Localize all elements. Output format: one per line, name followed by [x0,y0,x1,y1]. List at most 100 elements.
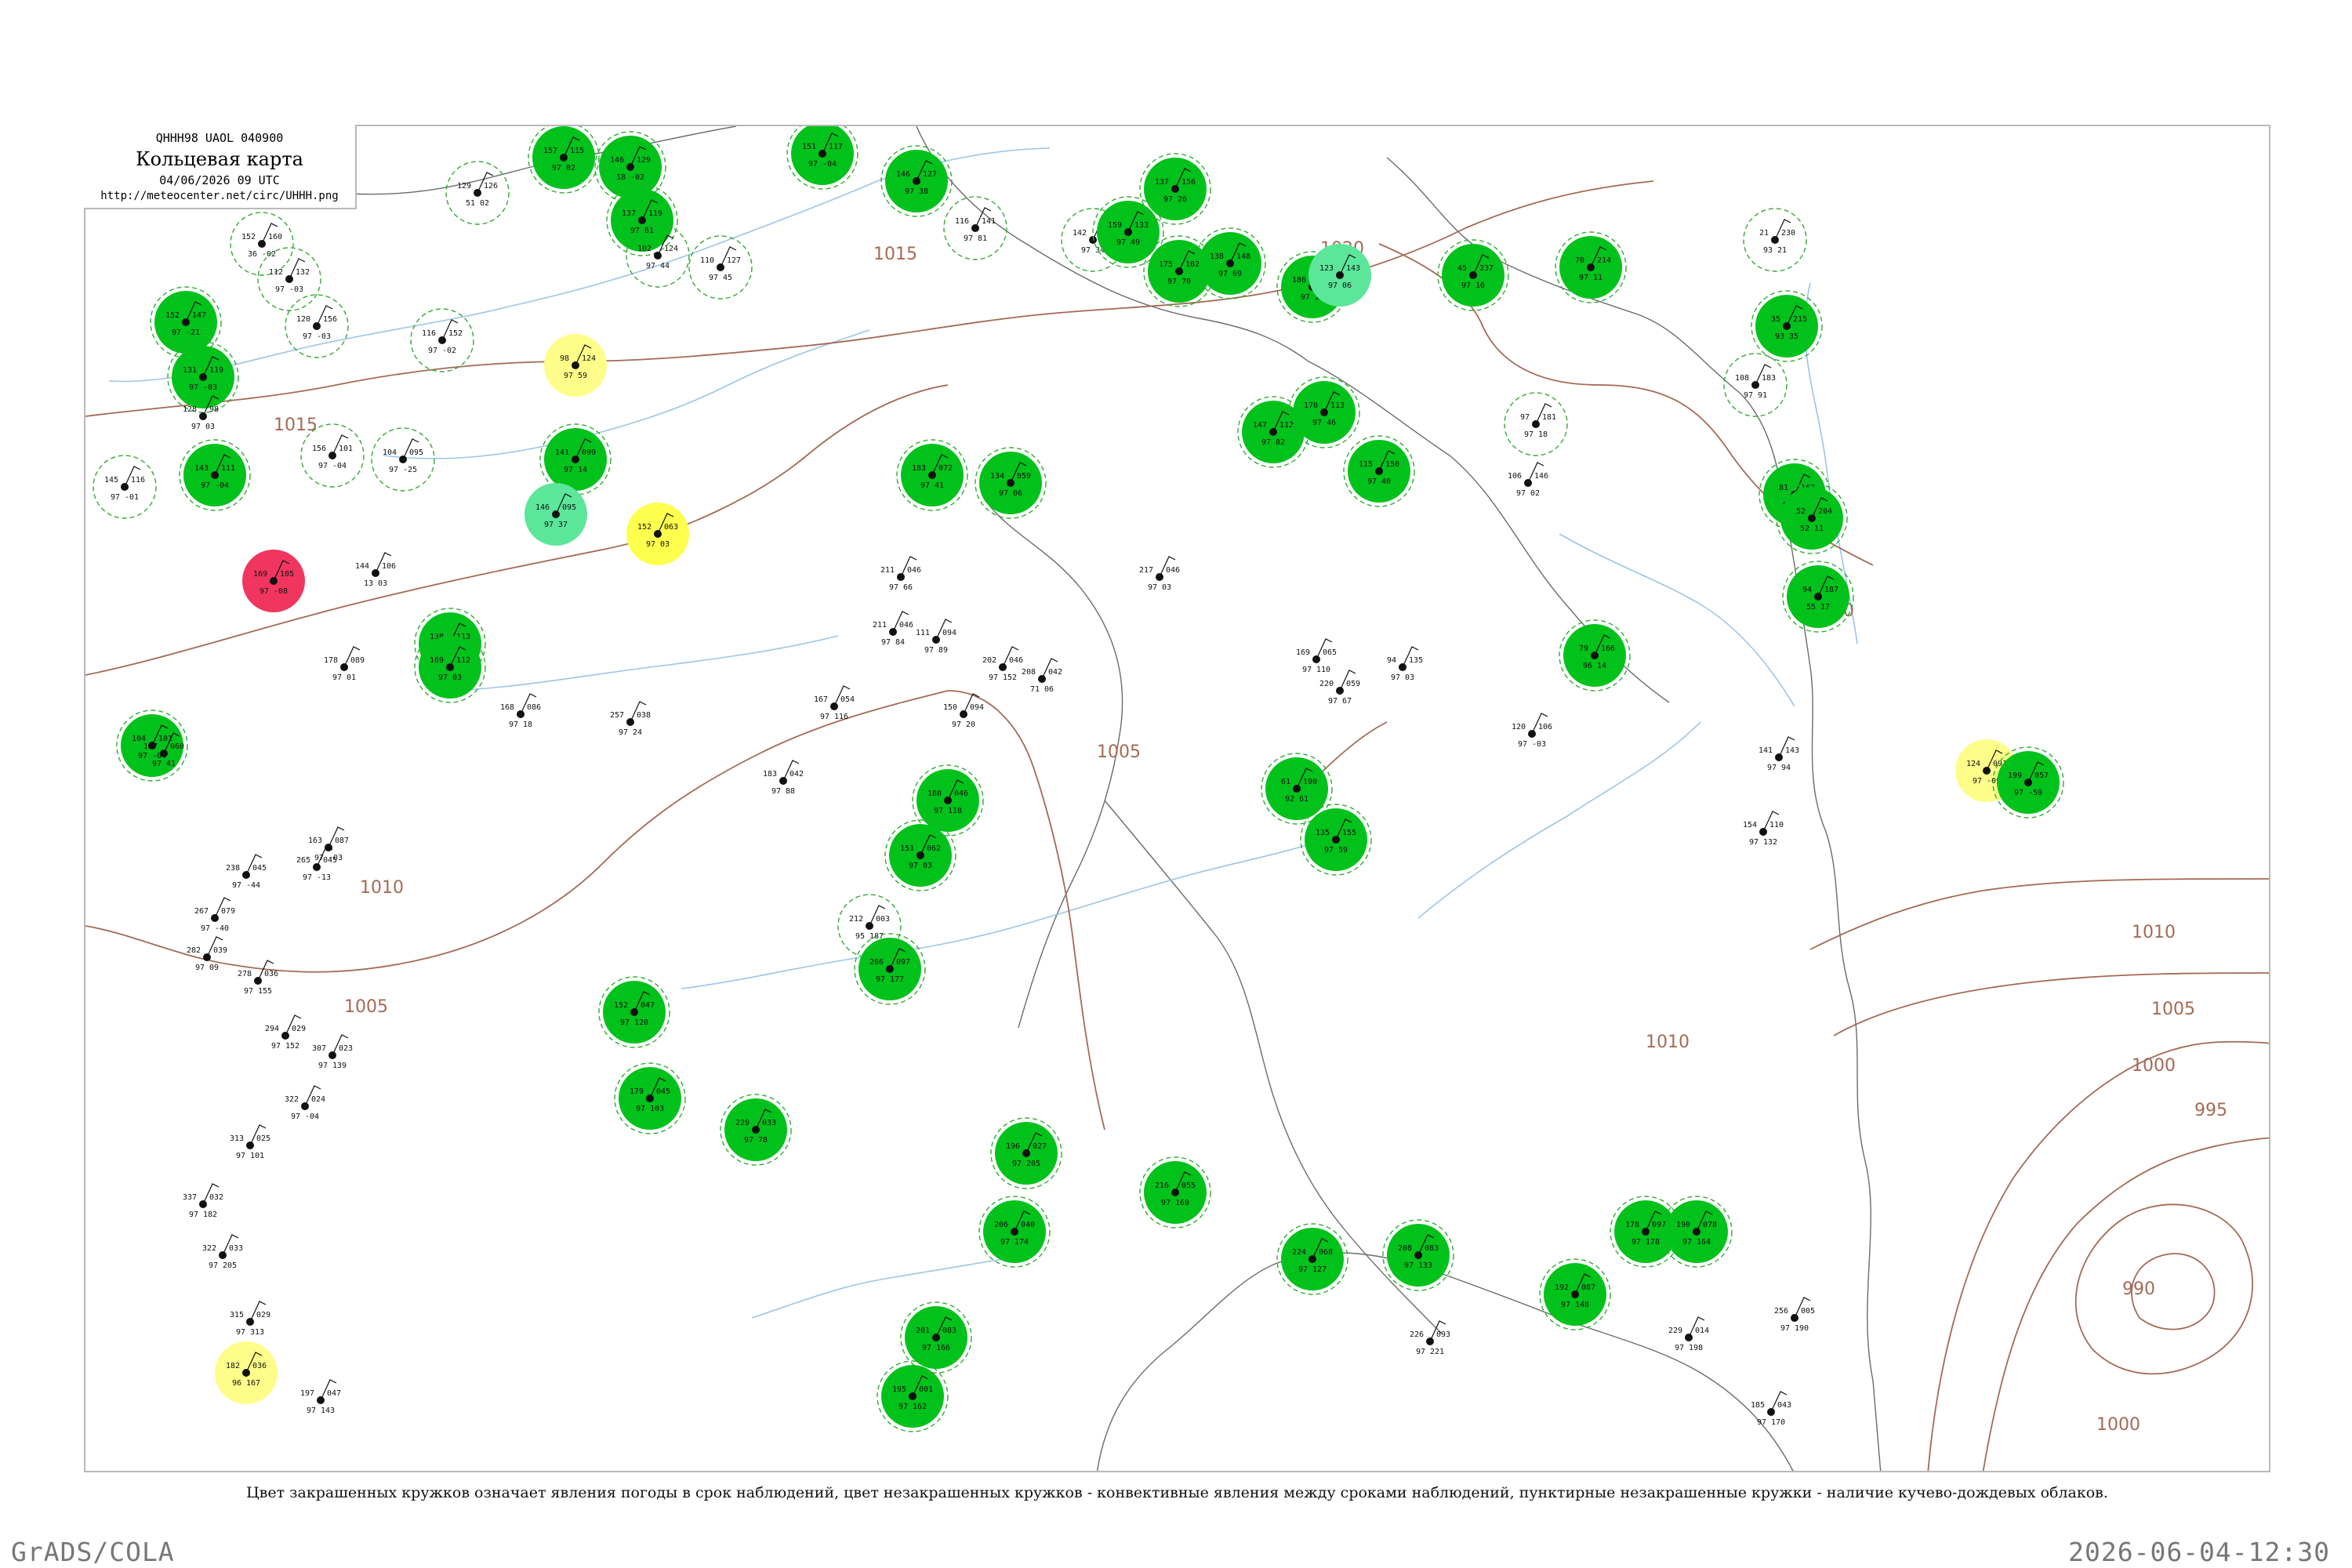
station-plot[interactable]: 195 001 97 162 [877,1360,949,1432]
map-frame[interactable]: 1015 1015 1020 1020 1010 1010 1010 1005 … [84,125,2270,1472]
station-plot[interactable]: 313 025 97 101 [230,1124,270,1160]
station-temperature: 79 [1579,644,1588,653]
station-dewpoint-visibility: 97 -08 [260,587,288,596]
station-plot[interactable]: 229 014 97 198 [1668,1316,1709,1352]
station-plot[interactable]: 265 045 97 -13 [296,846,337,882]
station-plot[interactable]: 282 039 97 09 [187,936,227,972]
station-plot[interactable]: 192 087 97 148 [1539,1258,1611,1330]
station-plot[interactable]: 183 072 97 41 [896,439,968,511]
station-plot[interactable]: 190 078 97 164 [1661,1196,1733,1268]
station-plot[interactable]: 183 042 97 88 [763,760,804,796]
station-plot[interactable]: 94 135 97 03 [1387,646,1423,682]
station-plot[interactable]: 152 160 36 -02 [230,212,294,276]
station-plot[interactable]: 294 029 97 152 [265,1014,306,1051]
station-pressure: 086 [527,703,541,712]
station-plot[interactable]: 307 023 97 139 [312,1034,353,1070]
station-pressure: 097 [1652,1221,1666,1229]
station-plot[interactable]: 152 047 97 120 [598,976,670,1048]
station-pressure: 147 [192,311,206,320]
station-pressure: 124 [664,245,678,253]
station-plot[interactable]: 104 095 97 -25 [371,427,435,492]
station-plot[interactable]: 322 024 97 -04 [285,1085,325,1121]
station-plot[interactable]: 267 079 97 -40 [194,897,235,933]
station-plot[interactable]: 70 214 97 11 [1555,231,1627,303]
station-plot[interactable]: 196 027 97 205 [990,1117,1062,1189]
station-plot[interactable]: 35 215 93 35 [1751,290,1823,362]
station-dewpoint-visibility: 97 198 [1675,1344,1703,1352]
station-plot[interactable]: 120 156 97 -03 [285,294,349,358]
station-plot[interactable]: 229 033 97 78 [720,1094,792,1166]
station-plot[interactable]: 178 089 97 01 [324,646,365,682]
station-plot[interactable]: 185 043 97 170 [1751,1391,1791,1427]
station-plot[interactable]: 278 036 97 155 [238,960,278,996]
station-plot[interactable]: 179 045 97 103 [614,1062,686,1134]
station-plot[interactable]: 337 032 97 182 [183,1183,223,1219]
station-pressure: 187 [1824,586,1838,594]
station-plot[interactable]: 98 124 97 59 [544,334,607,397]
station-plot[interactable]: 141 143 97 94 [1759,736,1799,772]
station-dewpoint-visibility: 97 127 [1298,1265,1327,1274]
station-plot[interactable]: 197 047 97 143 [300,1379,341,1415]
station-plot[interactable]: 79 166 96 14 [1559,619,1631,691]
station-plot[interactable]: 106 146 97 02 [1508,462,1548,498]
station-plot[interactable]: 211 046 97 66 [880,556,921,592]
station-plot[interactable]: 21 230 93 21 [1743,208,1807,272]
station-plot[interactable]: 257 038 97 24 [610,701,651,737]
station-plot[interactable]: 150 094 97 20 [943,693,984,729]
station-plot[interactable]: 170 113 97 46 [1288,376,1360,448]
station-pressure: 033 [229,1244,243,1253]
station-plot[interactable]: 169 065 97 110 [1296,638,1337,674]
station-plot[interactable]: 123 143 97 06 [1308,244,1371,307]
station-plot[interactable]: 151 117 97 -04 [786,126,858,190]
station-plot[interactable]: 145 116 97 -01 [93,455,157,519]
station-temperature: 170 [1304,401,1318,410]
station-plot[interactable]: 168 086 97 18 [500,693,541,729]
station-plot[interactable]: 169 105 97 -08 [242,550,305,612]
station-plot[interactable]: 157 115 97 02 [528,126,600,194]
station-plot[interactable]: 146 127 97 38 [880,145,953,217]
station-plot[interactable]: 182 036 96 167 [215,1341,278,1404]
station-plot[interactable]: 45 237 97 16 [1437,239,1509,311]
station-plot[interactable]: 115 150 97 40 [1343,435,1415,507]
station-plot[interactable]: 116 152 97 -02 [410,308,474,372]
station-plot[interactable]: 202 046 97 152 [982,646,1023,682]
station-plot[interactable]: 211 046 97 84 [873,611,913,647]
station-plot[interactable]: 94 187 55 17 [1782,561,1854,633]
station-plot[interactable]: 144 106 13 03 [355,552,396,588]
station-dewpoint-visibility: 97 09 [195,964,219,972]
station-plot[interactable]: 220 059 97 67 [1319,670,1360,706]
station-temperature: 229 [735,1119,750,1127]
station-plot[interactable]: 137 156 97 26 [1139,153,1211,225]
source-url[interactable]: http://meteocenter.net/circ/UHHH.png [84,190,355,202]
station-plot[interactable]: 256 005 97 190 [1774,1297,1815,1333]
station-plot[interactable]: 154 110 97 132 [1743,811,1784,847]
station-plot[interactable]: 216 055 97 169 [1139,1156,1211,1229]
station-plot[interactable]: 322 033 97 205 [202,1234,243,1270]
synoptic-map[interactable]: 1015 1015 1020 1020 1010 1010 1010 1005 … [85,126,2270,1472]
station-dewpoint-visibility: 97 170 [1757,1418,1785,1427]
station-plot[interactable]: 208 042 71 06 [1022,658,1062,694]
station-plot[interactable]: 143 111 97 -04 [179,439,251,511]
station-plot[interactable]: 201 083 97 166 [900,1301,972,1374]
station-plot[interactable]: 266 097 97 177 [854,933,926,1005]
station-plot[interactable]: 224 068 97 127 [1276,1223,1348,1295]
station-plot[interactable]: 134 059 97 06 [975,447,1047,519]
station-plot[interactable]: 120 106 97 -03 [1512,713,1552,749]
station-plot[interactable]: 146 095 97 37 [524,483,587,546]
station-plot[interactable]: 217 046 97 03 [1139,556,1180,592]
station-plot[interactable]: 208 083 97 133 [1382,1219,1454,1291]
station-plot[interactable]: 226 093 97 221 [1410,1320,1450,1356]
station-plot[interactable]: 238 045 97 -44 [226,854,267,890]
station-plot[interactable]: 138 148 97 69 [1194,227,1266,299]
station-plot[interactable]: 315 029 97 313 [230,1301,270,1337]
station-plot[interactable]: 152 063 97 03 [626,503,689,565]
station-plot[interactable]: 129 126 51 02 [445,161,510,225]
station-plot[interactable]: 111 094 97 89 [916,619,956,655]
station-plot[interactable]: 167 054 97 116 [814,685,855,721]
station-temperature: 120 [296,315,310,324]
station-plot[interactable]: 97 181 97 18 [1504,392,1568,456]
station-plot[interactable]: 110 127 97 45 [688,235,753,299]
station-pressure: 183 [1762,374,1776,383]
station-plot[interactable]: 108 183 97 91 [1723,353,1788,417]
station-plot[interactable]: 206 040 97 174 [978,1196,1051,1268]
